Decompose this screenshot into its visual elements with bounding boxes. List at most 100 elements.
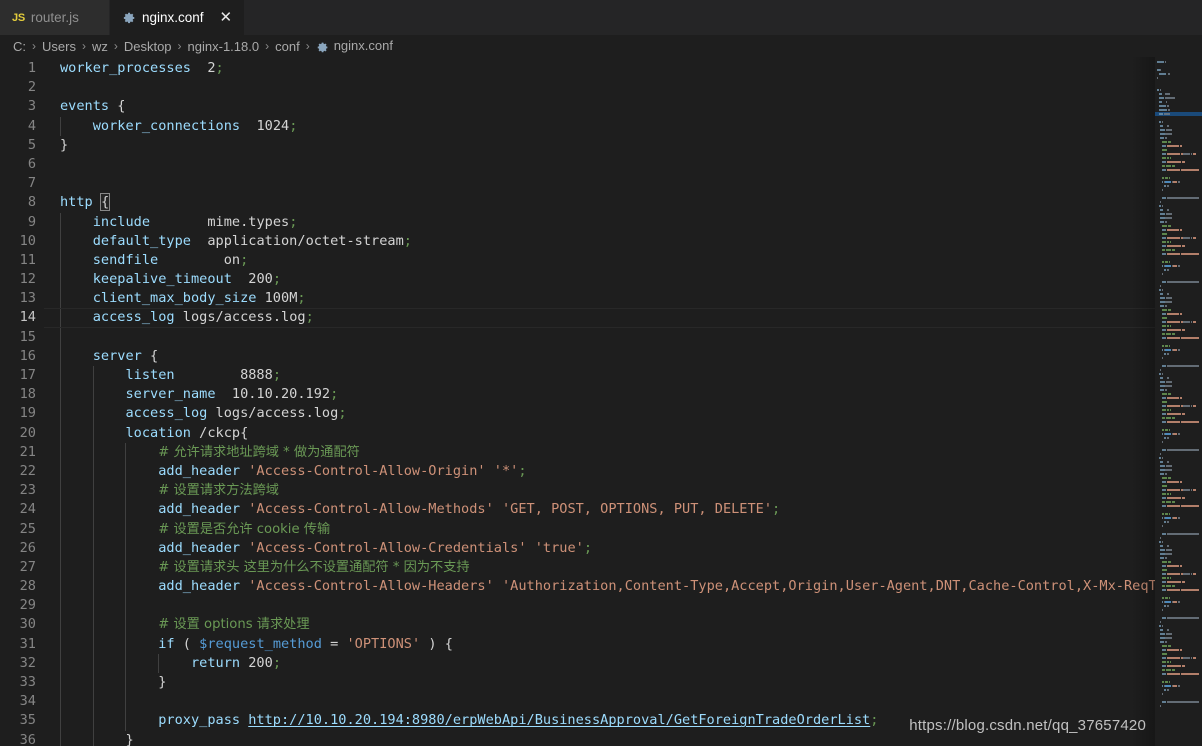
code-line[interactable]: sendfile on; [44, 250, 1202, 271]
minimap-token [1172, 669, 1176, 671]
code-line[interactable] [44, 174, 1202, 193]
minimap-token [1164, 601, 1172, 603]
breadcrumb-item-wz[interactable]: wz [91, 39, 109, 54]
code-line[interactable]: default_type application/octet-stream; [44, 231, 1202, 251]
code-line[interactable]: location /ckcp{ [44, 423, 1202, 443]
minimap-token [1172, 165, 1176, 167]
code-line[interactable]: } [44, 730, 1202, 746]
code-line[interactable]: server_name 10.10.20.192; [44, 385, 1202, 405]
minimap-token [1167, 565, 1180, 567]
indent-guide [125, 577, 127, 597]
breadcrumb-item-drive[interactable]: C: [12, 39, 27, 54]
minimap-token [1166, 297, 1172, 299]
code-line[interactable]: listen 8888; [44, 366, 1202, 386]
code-line[interactable]: } [44, 136, 1202, 155]
line-number: 34 [19, 693, 36, 710]
breadcrumb-item-conf-dir[interactable]: conf [274, 39, 301, 54]
line-number: 32 [19, 654, 36, 671]
minimap-token [1160, 301, 1165, 303]
minimap-token [1186, 153, 1190, 155]
indent-guide [60, 212, 61, 232]
minimap-token [1160, 137, 1164, 139]
chevron-right-icon: › [113, 39, 118, 53]
code-line[interactable]: client_max_body_size 100M; [44, 289, 1202, 309]
code-line[interactable]: include mime.types; [44, 212, 1202, 232]
tab-nginx-conf[interactable]: nginx.conf ✕ [110, 0, 246, 35]
minimap-token [1190, 657, 1193, 659]
code-line[interactable]: add_header 'Access-Control-Allow-Credent… [44, 538, 1202, 558]
code-line[interactable]: proxy_pass http://10.10.20.194:8980/erpW… [44, 711, 1202, 731]
indent-guide [60, 366, 61, 386]
code-line[interactable] [44, 692, 1202, 712]
minimap-token [1164, 97, 1176, 99]
code-line[interactable]: worker_connections 1024; [44, 116, 1202, 136]
code-line[interactable]: events { [44, 97, 1202, 116]
code-line[interactable] [44, 78, 1202, 97]
minimap-token [1163, 437, 1167, 439]
code-line[interactable]: access_log logs/access.log; [44, 404, 1202, 424]
minimap-token [1160, 389, 1164, 391]
breadcrumb-item-users[interactable]: Users [41, 39, 77, 54]
breadcrumb-item-nginx-dir[interactable]: nginx-1.18.0 [187, 39, 261, 54]
code-editor[interactable]: 1 2 3 4 5 6 7 8 9 10 11 12 13 14 15 16 17 18 19 20 21 22 23 24 2… [0, 57, 1202, 746]
code-line[interactable]: keepalive_timeout 200; [44, 270, 1202, 290]
minimap-token [1162, 413, 1167, 415]
minimap-token [1166, 465, 1172, 467]
code-line[interactable]: server { [44, 346, 1202, 366]
minimap-token [1180, 153, 1183, 155]
breadcrumb-item-desktop[interactable]: Desktop [123, 39, 173, 54]
minimap-token [1193, 153, 1197, 155]
minimap-token [1160, 217, 1165, 219]
code-content[interactable]: worker_processes 2; events { worker_conne… [44, 57, 1202, 746]
minimap-token [1164, 137, 1168, 139]
minimap-token [1182, 581, 1186, 583]
minimap-token [1160, 557, 1164, 559]
minimap-token [1165, 637, 1173, 639]
minimap-token [1163, 241, 1166, 243]
code-line[interactable]: # 设置请求头 这里为什么不设置通配符 * 因为不支持 [44, 557, 1202, 578]
code-line[interactable]: # 设置是否允许 cookie 传输 [44, 519, 1202, 539]
line-number: 22 [19, 462, 36, 479]
code-line[interactable]: http { [44, 193, 1202, 212]
code-line[interactable]: } [44, 673, 1202, 693]
tab-router-js[interactable]: JS router.js [0, 0, 110, 35]
code-line[interactable]: add_header 'Access-Control-Allow-Methods… [44, 500, 1202, 520]
code-line[interactable]: # 允许请求地址跨域 * 做为通配符 [44, 442, 1202, 462]
code-line[interactable] [44, 155, 1202, 174]
minimap-token [1193, 657, 1197, 659]
code-line-text: # 设置是否允许 cookie 传输 [158, 521, 331, 537]
minimap-token [1158, 93, 1162, 95]
code-line[interactable] [44, 327, 1202, 347]
minimap-token [1166, 325, 1170, 327]
minimap-token [1158, 373, 1162, 375]
code-line[interactable] [44, 596, 1202, 616]
tab-label: nginx.conf [142, 10, 204, 25]
indent-guide [60, 596, 61, 616]
minimap[interactable] [1155, 57, 1202, 746]
code-line[interactable]: return 200; [44, 653, 1202, 673]
minimap-token [1167, 169, 1180, 171]
minimap-token [1162, 169, 1167, 171]
minimap-token [1180, 481, 1182, 483]
code-line[interactable]: # 设置 options 请求处理 [44, 615, 1202, 635]
tab-close-icon[interactable]: ✕ [220, 10, 233, 25]
code-line[interactable]: worker_processes 2; [44, 59, 1202, 78]
minimap-token [1172, 333, 1176, 335]
code-line[interactable]: access_log logs/access.log; [44, 308, 1202, 328]
code-line[interactable]: if ( $request_method = 'OPTIONS' ) { [44, 634, 1202, 654]
minimap-token [1180, 253, 1199, 255]
breadcrumb-item-file[interactable]: nginx.conf [315, 38, 394, 53]
minimap-token [1166, 125, 1169, 127]
line-number: 14 [19, 309, 36, 326]
minimap-token [1170, 577, 1171, 579]
minimap-token [1167, 489, 1180, 491]
minimap-token [1158, 113, 1163, 115]
minimap-token [1162, 365, 1167, 367]
code-line[interactable]: add_header 'Access-Control-Allow-Origin'… [44, 461, 1202, 482]
minimap-token [1167, 313, 1180, 315]
indent-guide [60, 385, 61, 405]
minimap-token [1160, 553, 1165, 555]
code-line[interactable]: # 设置请求方法跨域 [44, 481, 1202, 501]
minimap-token [1163, 477, 1167, 479]
code-line[interactable]: add_header 'Access-Control-Allow-Headers… [44, 577, 1202, 597]
